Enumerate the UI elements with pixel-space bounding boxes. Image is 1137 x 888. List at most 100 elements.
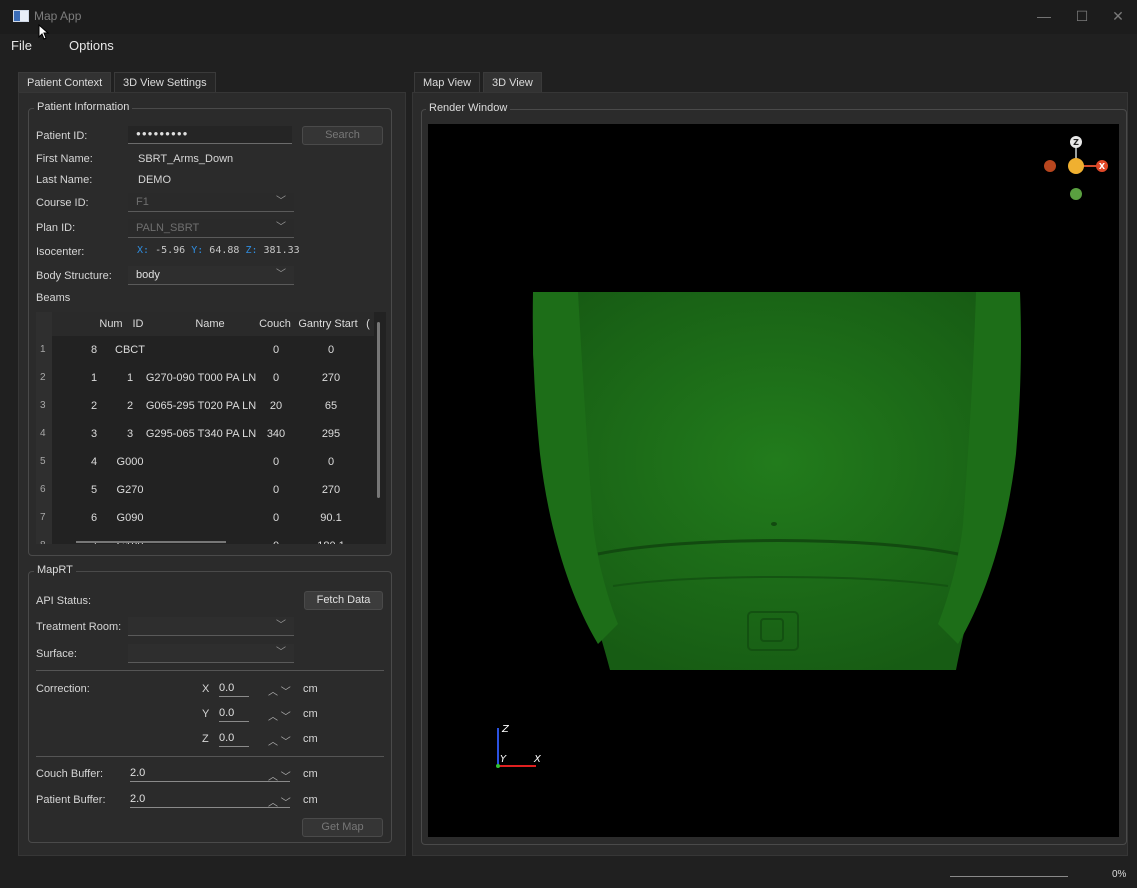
cell-couch: 0	[272, 484, 280, 496]
table-row[interactable]: 4 3 3 G295-065 T340 PA LN 340 295	[36, 420, 374, 448]
correction-z-unit: cm	[303, 733, 318, 745]
cell-gantry: 65	[324, 400, 338, 412]
surface-label: Surface:	[36, 648, 77, 660]
col-more[interactable]: (	[362, 312, 374, 336]
table-row[interactable]: 5 4 G000 0 0	[36, 448, 374, 476]
cell-num: 8	[90, 344, 98, 356]
axes-z-label: Z	[501, 724, 510, 735]
divider	[36, 670, 384, 671]
render-window-title: Render Window	[426, 102, 511, 114]
tab-3d-view-settings[interactable]: 3D View Settings	[114, 72, 216, 92]
last-name-label: Last Name:	[36, 174, 93, 186]
close-button[interactable]: ✕	[1106, 6, 1130, 26]
chevron-down-icon: ﹀	[276, 647, 286, 658]
chevron-down-icon: ﹀	[276, 196, 286, 207]
correction-y-stepper[interactable]: ︿ ﹀	[268, 708, 291, 723]
axes-y-label: Y	[500, 754, 507, 765]
couch-buffer-input[interactable]: 2.0	[130, 767, 290, 782]
cell-name: G295-065 T340 PA LN	[145, 428, 257, 440]
table-row[interactable]: 1 8 CBCT 0 0	[36, 336, 374, 364]
tab-map-view[interactable]: Map View	[414, 72, 481, 92]
row-number: 7	[36, 504, 52, 532]
couch-buffer-stepper[interactable]: ︿ ﹀	[268, 768, 291, 783]
last-name-value: DEMO	[138, 174, 171, 186]
tab-3d-view[interactable]: 3D View	[483, 72, 542, 92]
search-button[interactable]: Search	[302, 126, 383, 145]
row-number: 2	[36, 364, 52, 392]
body-structure-value: body	[136, 269, 160, 281]
table-row[interactable]: 7 6 G090 0 90.1	[36, 504, 374, 532]
cell-num: 6	[90, 512, 98, 524]
cell-gantry: 180.1	[311, 532, 351, 544]
course-id-select[interactable]: F1 ﹀	[128, 193, 294, 212]
cell-name	[144, 336, 258, 364]
gizmo-center-icon[interactable]	[1068, 158, 1084, 174]
patient-buffer-input[interactable]: 2.0	[130, 793, 290, 808]
correction-y-input[interactable]: 0.0	[219, 707, 249, 722]
correction-z-label: Z	[202, 733, 209, 745]
cell-id: 2	[126, 400, 134, 412]
table-row[interactable]: 2 1 1 G270-090 T000 PA LN 0 270	[36, 364, 374, 392]
table-row[interactable]: 3 2 2 G065-295 T020 PA LN 20 65	[36, 392, 374, 420]
table-corner	[36, 312, 52, 336]
get-map-button[interactable]: Get Map	[302, 818, 383, 837]
maximize-button[interactable]: ☐	[1070, 6, 1094, 26]
vertical-scrollbar[interactable]	[377, 322, 380, 498]
row-number: 5	[36, 448, 52, 476]
body-structure-select[interactable]: body ﹀	[128, 266, 294, 285]
api-status-label: API Status:	[36, 595, 92, 607]
col-couch[interactable]: Couch	[254, 312, 296, 336]
divider	[36, 756, 384, 757]
beams-label: Beams	[36, 292, 71, 304]
surface-select[interactable]: ﹀	[128, 644, 294, 663]
gizmo-neg-x-icon[interactable]	[1044, 160, 1056, 172]
menu-file[interactable]: File	[11, 38, 32, 53]
cell-id: G090	[116, 512, 144, 524]
beams-table[interactable]: Num ID Name Couch Gantry Start ( 1 8 CBC…	[36, 312, 386, 544]
horizontal-scrollbar[interactable]	[76, 541, 226, 543]
col-gantry-start[interactable]: Gantry Start	[293, 312, 363, 336]
gizmo-y-icon[interactable]	[1070, 188, 1082, 200]
maprt-title: MapRT	[34, 564, 76, 576]
patient-buffer-unit: cm	[303, 794, 318, 806]
correction-z-input[interactable]: 0.0	[219, 732, 249, 747]
correction-x-stepper[interactable]: ︿ ﹀	[268, 683, 291, 698]
cell-gantry: 270	[321, 484, 341, 496]
axes-triad-icon: Z Y X	[496, 724, 542, 768]
app-icon	[13, 10, 29, 22]
chevron-down-icon: ﹀	[276, 222, 286, 233]
correction-x-input[interactable]: 0.0	[219, 682, 249, 697]
orientation-gizmo[interactable]: Z X	[1040, 132, 1112, 204]
row-number: 1	[36, 336, 52, 364]
cell-num: 5	[90, 484, 98, 496]
cell-couch: 0	[272, 344, 280, 356]
cell-id: 1	[126, 372, 134, 384]
correction-z-stepper[interactable]: ︿ ﹀	[268, 733, 291, 748]
table-row[interactable]: 6 5 G270 0 270	[36, 476, 374, 504]
minimize-button[interactable]: —	[1032, 6, 1056, 26]
tab-patient-context[interactable]: Patient Context	[18, 72, 112, 92]
row-number: 8	[36, 532, 52, 544]
iso-x-value: -5.96	[155, 245, 186, 256]
cell-name	[144, 504, 258, 532]
treatment-room-select[interactable]: ﹀	[128, 617, 294, 636]
cell-couch: 20	[269, 400, 283, 412]
fetch-data-button[interactable]: Fetch Data	[304, 591, 383, 610]
correction-label: Correction:	[36, 683, 90, 695]
axes-x-label: X	[533, 754, 542, 765]
iso-y-value: 64.88	[209, 245, 240, 256]
menu-options[interactable]: Options	[69, 38, 114, 53]
patient-id-input[interactable]: ●●●●●●●●●	[128, 126, 292, 144]
cell-gantry: 0	[327, 456, 335, 468]
first-name-value: SBRT_Arms_Down	[138, 153, 234, 165]
patient-buffer-stepper[interactable]: ︿ ﹀	[268, 794, 291, 809]
window-title: Map App	[34, 9, 82, 23]
col-id[interactable]: ID	[126, 312, 150, 336]
cell-couch: 0	[262, 532, 290, 544]
plan-id-select[interactable]: PALN_SBRT ﹀	[128, 219, 294, 238]
isocenter-values: X: -5.96 Y: 64.88 Z: 381.33	[137, 245, 300, 256]
col-name[interactable]: Name	[150, 312, 270, 336]
cell-name	[144, 476, 258, 504]
cell-id: CBCT	[115, 344, 145, 356]
render-viewport[interactable]: Z X Z Y X	[428, 124, 1119, 837]
